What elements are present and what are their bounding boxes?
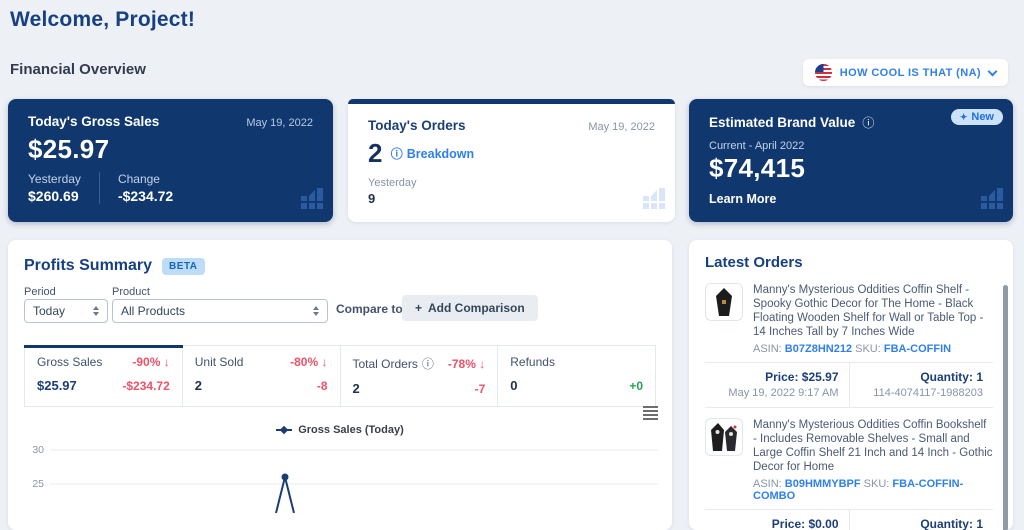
stat-percent: -80% ↓ xyxy=(290,355,327,369)
beta-badge: BETA xyxy=(162,258,204,275)
card-accent-strip xyxy=(348,99,675,104)
order-asin-sku: ASIN: B09HMMYBPF SKU: FBA-COFFIN-COMBO xyxy=(753,478,993,502)
profits-summary-panel: Profits Summary BETA Period Today Produc… xyxy=(8,240,672,530)
order-price: Price: $0.00 xyxy=(715,517,839,530)
info-icon[interactable]: ⓘ xyxy=(422,355,434,372)
chevron-down-icon xyxy=(988,66,998,76)
marketplace-label: HOW COOL IS THAT (NA) xyxy=(840,67,981,79)
info-icon[interactable]: ⓘ xyxy=(862,114,874,131)
sku-link[interactable]: FBA-COFFIN xyxy=(884,343,951,355)
section-title-financial-overview: Financial Overview xyxy=(10,61,146,78)
add-comparison-label: Add Comparison xyxy=(428,301,525,315)
order-meta: Price: $0.00 May 19, 2022 6:17 AM Quanti… xyxy=(705,509,993,530)
card-title: Estimated Brand Value xyxy=(709,115,855,130)
change-value: -$234.72 xyxy=(118,188,173,204)
order-datetime: May 19, 2022 9:17 AM xyxy=(715,387,839,399)
card-title: Today's Gross Sales xyxy=(28,114,159,129)
stat-label: Unit Sold xyxy=(195,355,244,369)
mini-chart-icon xyxy=(981,187,1003,214)
product-select[interactable]: All Products xyxy=(112,299,328,323)
us-flag-icon xyxy=(815,64,832,81)
period-select[interactable]: Today xyxy=(24,299,108,323)
card-date: May 19, 2022 xyxy=(246,117,313,129)
kpi-tabs: Gross Sales -90% ↓ $25.97 -$234.72 Unit … xyxy=(24,345,656,407)
gross-sales-chart[interactable] xyxy=(8,435,672,513)
product-thumbnail xyxy=(705,418,743,456)
updown-arrows-icon xyxy=(313,306,319,316)
yesterday-value: 9 xyxy=(368,191,655,206)
yesterday-label: Yesterday xyxy=(28,172,81,186)
stat-label: Refunds xyxy=(510,355,555,369)
stat-value: 2 xyxy=(195,378,202,393)
brand-value-period: Current - April 2022 xyxy=(709,140,993,152)
card-date: May 19, 2022 xyxy=(588,121,655,133)
learn-more-link[interactable]: Learn More xyxy=(709,192,776,206)
order-id: 114-4074117-1988203 xyxy=(860,387,984,399)
order-list-item: Manny's Mysterious Oddities Coffin Books… xyxy=(689,408,1013,502)
updown-arrows-icon xyxy=(93,306,99,316)
order-product-title: Manny's Mysterious Oddities Coffin Books… xyxy=(753,418,993,474)
todays-orders-card: Today's Orders May 19, 2022 2 ⓘ Breakdow… xyxy=(348,99,675,222)
product-thumbnail xyxy=(705,283,743,321)
order-quantity: Quantity: 1 xyxy=(860,517,984,530)
gross-sales-value: $25.97 xyxy=(28,134,313,165)
orders-value: 2 xyxy=(368,138,383,169)
plus-icon: + xyxy=(415,301,422,315)
orders-scrollbar[interactable] xyxy=(1003,285,1008,530)
order-list-item: Manny's Mysterious Oddities Coffin Shelf… xyxy=(689,277,1013,355)
period-label: Period xyxy=(24,286,56,298)
order-price: Price: $25.97 xyxy=(715,370,839,384)
stat-value: 0 xyxy=(510,378,517,393)
stat-value: 2 xyxy=(353,381,360,396)
marketplace-selector[interactable]: HOW COOL IS THAT (NA) xyxy=(803,59,1008,86)
stat-delta: -$234.72 xyxy=(122,379,169,393)
product-label: Product xyxy=(112,286,150,298)
breakdown-label: Breakdown xyxy=(407,147,474,161)
mini-chart-icon xyxy=(301,187,323,214)
stat-value: $25.97 xyxy=(37,378,77,393)
order-meta: Price: $25.97 May 19, 2022 9:17 AM Quant… xyxy=(705,362,993,408)
period-value: Today xyxy=(33,304,65,318)
product-value: All Products xyxy=(121,304,185,318)
new-badge: ✦ New xyxy=(951,109,1003,125)
stat-delta: -7 xyxy=(475,382,486,396)
profits-summary-title: Profits Summary xyxy=(24,257,152,275)
sparkle-icon: ✦ xyxy=(960,112,968,123)
stat-percent: -90% ↓ xyxy=(132,355,169,369)
compare-to-label: Compare to xyxy=(336,302,403,316)
add-comparison-button[interactable]: + Add Comparison xyxy=(402,295,538,321)
yesterday-label: Yesterday xyxy=(368,177,655,189)
latest-orders-title: Latest Orders xyxy=(689,240,1013,277)
stat-label: Gross Sales xyxy=(37,355,102,369)
order-asin-sku: ASIN: B07Z8HN212 SKU: FBA-COFFIN xyxy=(753,343,993,355)
brand-value-amount: $74,415 xyxy=(709,153,993,184)
new-badge-label: New xyxy=(971,111,994,123)
tab-refunds[interactable]: Refunds 0 +0 xyxy=(498,346,655,406)
info-icon: ⓘ xyxy=(391,145,403,162)
tab-total-orders[interactable]: Total Orders ⓘ -78% ↓ 2 -7 xyxy=(341,346,499,406)
yesterday-value: $260.69 xyxy=(28,188,81,204)
stat-label: Total Orders ⓘ xyxy=(353,355,434,372)
brand-value-card: ✦ New Estimated Brand Value ⓘ Current - … xyxy=(689,99,1013,222)
gross-sales-card: Today's Gross Sales May 19, 2022 $25.97 … xyxy=(8,99,333,222)
tab-unit-sold[interactable]: Unit Sold -80% ↓ 2 -8 xyxy=(183,346,341,406)
card-title: Today's Orders xyxy=(368,118,466,133)
breakdown-link[interactable]: ⓘ Breakdown xyxy=(391,145,474,162)
tab-gross-sales[interactable]: Gross Sales -90% ↓ $25.97 -$234.72 xyxy=(25,346,183,406)
stat-percent: -78% ↓ xyxy=(448,357,485,371)
latest-orders-panel: Latest Orders Manny's Mysterious Odditie… xyxy=(689,240,1013,530)
asin-link[interactable]: B09HMMYBPF xyxy=(785,478,861,490)
mini-chart-icon xyxy=(643,187,665,214)
stat-delta: +0 xyxy=(629,379,643,393)
change-label: Change xyxy=(118,172,173,186)
legend-marker-icon xyxy=(276,426,292,434)
page-title: Welcome, Project! xyxy=(10,8,195,32)
order-product-title: Manny's Mysterious Oddities Coffin Shelf… xyxy=(753,283,993,339)
stat-delta: -8 xyxy=(317,379,328,393)
order-quantity: Quantity: 1 xyxy=(860,370,984,384)
asin-link[interactable]: B07Z8HN212 xyxy=(785,343,852,355)
chart-menu-icon[interactable] xyxy=(643,406,658,422)
